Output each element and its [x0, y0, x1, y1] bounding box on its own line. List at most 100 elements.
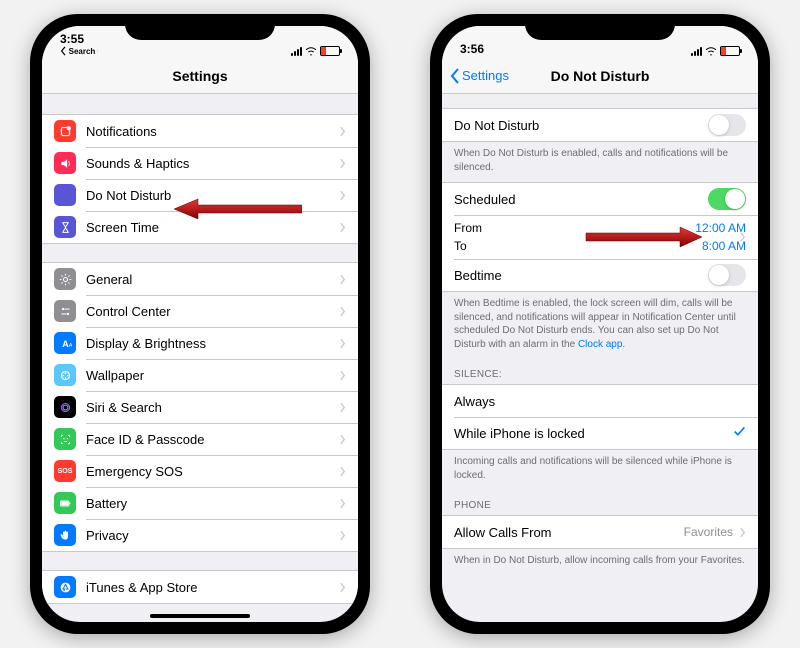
phone-right: 3:56 Settings Do Not Disturb Do Not Dist… [430, 14, 770, 634]
chevron-right-icon [339, 434, 346, 445]
row-do-not-disturb[interactable]: Do Not Disturb [442, 109, 758, 141]
chevron-right-icon [339, 466, 346, 477]
moon-icon [54, 184, 76, 206]
row-always[interactable]: Always [442, 385, 758, 417]
row-label: Siri & Search [86, 400, 339, 415]
siri-icon [54, 396, 76, 418]
settings-row-do-not-disturb[interactable]: Do Not Disturb [42, 179, 358, 211]
status-time: 3:56 [460, 42, 484, 56]
wallpaper-icon [54, 364, 76, 386]
row-scheduled[interactable]: Scheduled [442, 183, 758, 215]
status-time: 3:55 [60, 32, 99, 46]
settings-row-display-brightness[interactable]: AADisplay & Brightness [42, 327, 358, 359]
row-label: Always [454, 394, 746, 409]
settings-row-battery[interactable]: Battery [42, 487, 358, 519]
battery-icon [320, 46, 340, 56]
breadcrumb-back[interactable]: Search [60, 46, 99, 56]
switches-icon [54, 300, 76, 322]
row-allow-calls[interactable]: Allow Calls From Favorites [442, 516, 758, 548]
home-indicator[interactable] [150, 614, 250, 618]
settings-list[interactable]: NotificationsSounds & Haptics Do Not Dist… [42, 94, 358, 622]
settings-row-itunes-app-store[interactable]: iTunes & App Store [42, 571, 358, 603]
row-label: General [86, 272, 339, 287]
footer-silence: Incoming calls and notifications will be… [442, 450, 758, 490]
chevron-right-icon [339, 222, 346, 233]
row-label: Screen Time [86, 220, 339, 235]
footer-allow: When in Do Not Disturb, allow incoming c… [442, 549, 758, 576]
to-label: To [454, 237, 467, 255]
wifi-icon [305, 46, 317, 56]
dnd-settings[interactable]: Do Not Disturb When Do Not Disturb is en… [442, 94, 758, 622]
back-button[interactable]: Settings [450, 68, 509, 84]
chevron-right-icon [339, 306, 346, 317]
breadcrumb-label: Search [69, 47, 96, 56]
location-icon [97, 47, 98, 55]
chevron-left-icon [450, 68, 460, 84]
chevron-left-icon [60, 46, 67, 56]
toggle-bedtime[interactable] [708, 264, 746, 286]
toggle-dnd[interactable] [708, 114, 746, 136]
sos-icon: SOS [54, 460, 76, 482]
footer-bedtime: When Bedtime is enabled, the lock screen… [442, 292, 758, 359]
row-label: Do Not Disturb [86, 188, 339, 203]
settings-row-wallpaper[interactable]: Wallpaper [42, 359, 358, 391]
header-phone: Phone [442, 490, 758, 515]
notifications-icon [54, 120, 76, 142]
page-title: Settings [42, 68, 358, 84]
clock-app-link[interactable]: Clock app. [578, 339, 625, 350]
toggle-scheduled[interactable] [708, 188, 746, 210]
signal-icon [291, 47, 302, 56]
chevron-right-icon [739, 232, 746, 243]
settings-row-emergency-sos[interactable]: SOS Emergency SOS [42, 455, 358, 487]
chevron-right-icon [339, 498, 346, 509]
nav-bar: Settings Do Not Disturb [442, 58, 758, 94]
row-label: Allow Calls From [454, 525, 684, 540]
settings-row-control-center[interactable]: Control Center [42, 295, 358, 327]
battery-icon [720, 46, 740, 56]
chevron-right-icon [339, 126, 346, 137]
row-label: Bedtime [454, 268, 708, 283]
settings-row-face-id-passcode[interactable]: Face ID & Passcode [42, 423, 358, 455]
chevron-right-icon [739, 527, 746, 538]
row-bedtime[interactable]: Bedtime [442, 259, 758, 291]
row-schedule-times[interactable]: From12:00 AM To8:00 AM [442, 215, 758, 259]
row-while-locked[interactable]: While iPhone is locked [442, 417, 758, 449]
settings-row-siri-search[interactable]: Siri & Search [42, 391, 358, 423]
svg-text:A: A [68, 342, 71, 348]
settings-row-notifications[interactable]: Notifications [42, 115, 358, 147]
settings-row-privacy[interactable]: Privacy [42, 519, 358, 551]
settings-row-screen-time[interactable]: Screen Time [42, 211, 358, 243]
row-label: Emergency SOS [86, 464, 339, 479]
notch [125, 14, 275, 40]
hand-icon [54, 524, 76, 546]
sounds-icon [54, 152, 76, 174]
checkmark-icon [733, 425, 746, 441]
chevron-right-icon [339, 158, 346, 169]
phone-left: 3:55 Search Settings NotificationsSounds… [30, 14, 370, 634]
status-icons [291, 46, 340, 56]
back-label: Settings [462, 68, 509, 83]
row-label: Scheduled [454, 192, 708, 207]
battery-icon [54, 492, 76, 514]
wifi-icon [705, 46, 717, 56]
chevron-right-icon [339, 370, 346, 381]
chevron-right-icon [339, 274, 346, 285]
row-label: While iPhone is locked [454, 426, 733, 441]
nav-bar: Settings [42, 58, 358, 94]
faceid-icon [54, 428, 76, 450]
screen-right: 3:56 Settings Do Not Disturb Do Not Dist… [442, 26, 758, 622]
display-icon: AA [54, 332, 76, 354]
chevron-right-icon [339, 338, 346, 349]
row-label: iTunes & App Store [86, 580, 339, 595]
settings-row-sounds-haptics[interactable]: Sounds & Haptics [42, 147, 358, 179]
hourglass-icon [54, 216, 76, 238]
settings-row-general[interactable]: General [42, 263, 358, 295]
row-label: Privacy [86, 528, 339, 543]
chevron-right-icon [339, 190, 346, 201]
row-value: Favorites [684, 525, 733, 539]
row-label: Wallpaper [86, 368, 339, 383]
notch [525, 14, 675, 40]
gear-icon [54, 268, 76, 290]
from-label: From [454, 219, 482, 237]
row-label: Battery [86, 496, 339, 511]
